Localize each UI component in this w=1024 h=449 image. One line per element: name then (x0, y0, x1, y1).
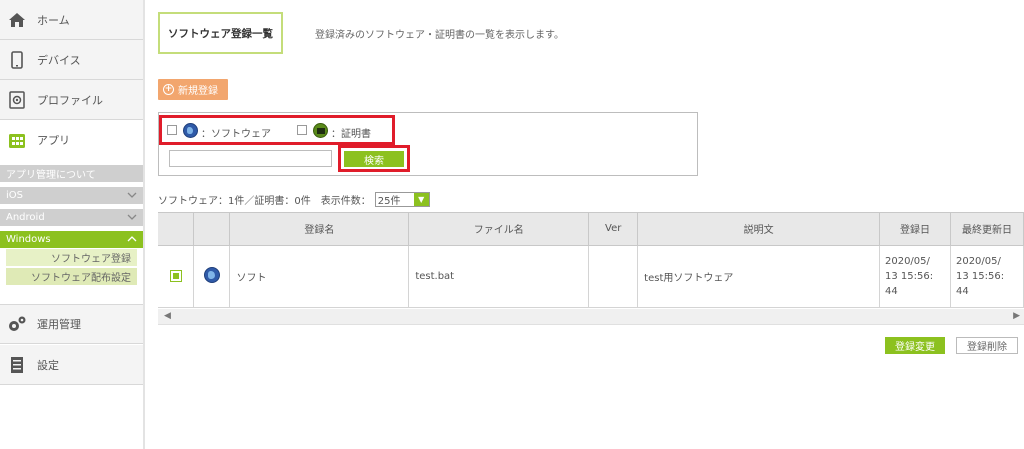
sidebar-item-label: 設定 (37, 358, 59, 372)
sidebar-item-profile[interactable]: プロファイル (0, 80, 143, 120)
page-description: 登録済みのソフトウェア・証明書の一覧を表示します。 (315, 30, 564, 41)
per-page-select[interactable]: 25件 ▼ (374, 192, 430, 207)
software-table: 登録名 ファイル名 Ver 説明文 登録日 最終更新日 ソフト test.bat… (158, 212, 1024, 308)
row-select-cell[interactable] (158, 245, 195, 308)
profile-gear-icon (7, 90, 27, 110)
sidebar-item-label: Android (6, 212, 45, 223)
sidebar-item-android[interactable]: Android (0, 209, 143, 226)
col-registered[interactable]: 登録日 (879, 213, 951, 246)
sidebar: ホーム デバイス プロファイル アプリ アプリ管理について iOS Androi… (0, 0, 145, 449)
col-description[interactable]: 説明文 (637, 213, 880, 246)
sidebar-item-label: iOS (6, 190, 23, 201)
sidebar-item-label: アプリ (37, 134, 70, 147)
sidebar-item-label: デバイス (37, 53, 81, 67)
scroll-right-icon[interactable]: ▶ (1013, 311, 1020, 321)
cert-filter-checkbox[interactable] (297, 125, 307, 135)
col-ver[interactable]: Ver (588, 213, 639, 246)
sidebar-item-software-register[interactable]: ソフトウェア登録 (6, 249, 137, 266)
page-title: ソフトウェア登録一覧 (158, 12, 283, 54)
sidebar-item-operations[interactable]: 運用管理 (0, 304, 143, 344)
certificate-icon (313, 123, 328, 138)
row-updated: 2020/05/ 13 15:56: 44 (950, 245, 1024, 308)
home-icon (7, 10, 27, 30)
dropdown-arrow-icon: ▼ (413, 193, 429, 206)
row-registered: 2020/05/ 13 15:56: 44 (879, 245, 951, 308)
row-description: test用ソフトウェア (637, 245, 880, 308)
app-grid-icon (7, 130, 27, 150)
search-input[interactable] (169, 150, 332, 167)
sidebar-item-label: ソフトウェア登録 (51, 254, 131, 265)
delete-registration-button[interactable]: 登録削除 (956, 337, 1018, 354)
software-filter-checkbox[interactable] (167, 125, 177, 135)
sidebar-item-label: アプリ管理について (6, 170, 96, 181)
col-select (158, 213, 195, 246)
col-name[interactable]: 登録名 (229, 213, 410, 246)
settings-list-icon (7, 355, 27, 375)
sidebar-item-label: ソフトウェア配布設定 (31, 273, 131, 284)
table-header-row: 登録名 ファイル名 Ver 説明文 登録日 最終更新日 (158, 213, 1024, 246)
per-page-value: 25件 (377, 196, 401, 207)
plus-icon: + (163, 84, 174, 95)
row-filename: test.bat (408, 245, 590, 308)
new-register-label: 新規登録 (178, 86, 218, 97)
sidebar-item-label: Windows (6, 234, 51, 245)
scroll-left-icon[interactable]: ◀ (164, 311, 171, 321)
sidebar-item-device[interactable]: デバイス (0, 40, 143, 80)
gears-icon (7, 314, 27, 334)
row-ver (588, 245, 639, 308)
sidebar-item-app[interactable]: アプリ (0, 120, 143, 160)
col-updated[interactable]: 最終更新日 (950, 213, 1024, 246)
search-button[interactable]: 検索 (344, 151, 404, 167)
main-content: ソフトウェア登録一覧 登録済みのソフトウェア・証明書の一覧を表示します。 + 新… (145, 0, 1024, 449)
sidebar-item-settings[interactable]: 設定 (0, 345, 143, 385)
globe-icon (203, 266, 220, 283)
row-name: ソフト (229, 245, 410, 308)
software-filter-label: ：ソフトウェア (201, 129, 271, 140)
sidebar-item-label: プロファイル (37, 93, 103, 107)
summary-text: ソフトウェア：1件／証明書：0件 表示件数： (158, 196, 371, 207)
row-select-radio[interactable] (169, 270, 182, 282)
cert-filter-label: ：証明書 (331, 129, 371, 140)
sidebar-item-home[interactable]: ホーム (0, 0, 143, 40)
sidebar-item-software-distribution[interactable]: ソフトウェア配布設定 (6, 268, 137, 285)
update-registration-button[interactable]: 登録変更 (885, 337, 945, 354)
col-type (193, 213, 231, 246)
sidebar-item-ios[interactable]: iOS (0, 187, 143, 204)
smartphone-icon (7, 50, 27, 70)
row-type-cell (193, 245, 231, 308)
chevron-down-icon (127, 191, 137, 201)
new-register-button[interactable]: + 新規登録 (158, 79, 228, 100)
globe-icon (183, 123, 198, 138)
chevron-down-icon (127, 213, 137, 223)
sidebar-item-windows[interactable]: Windows (0, 231, 143, 248)
chevron-up-icon (127, 235, 137, 245)
table-row[interactable]: ソフト test.bat test用ソフトウェア 2020/05/ 13 15:… (158, 245, 1024, 308)
horizontal-scrollbar[interactable]: ◀ ▶ (158, 309, 1024, 325)
sidebar-item-app-about[interactable]: アプリ管理について (0, 165, 143, 182)
summary-bar: ソフトウェア：1件／証明書：0件 表示件数： 25件 ▼ (158, 192, 430, 207)
sidebar-item-label: ホーム (37, 13, 70, 27)
col-filename[interactable]: ファイル名 (408, 213, 590, 246)
sidebar-item-label: 運用管理 (37, 318, 81, 331)
app-window: ホーム デバイス プロファイル アプリ アプリ管理について iOS Androi… (0, 0, 1024, 449)
